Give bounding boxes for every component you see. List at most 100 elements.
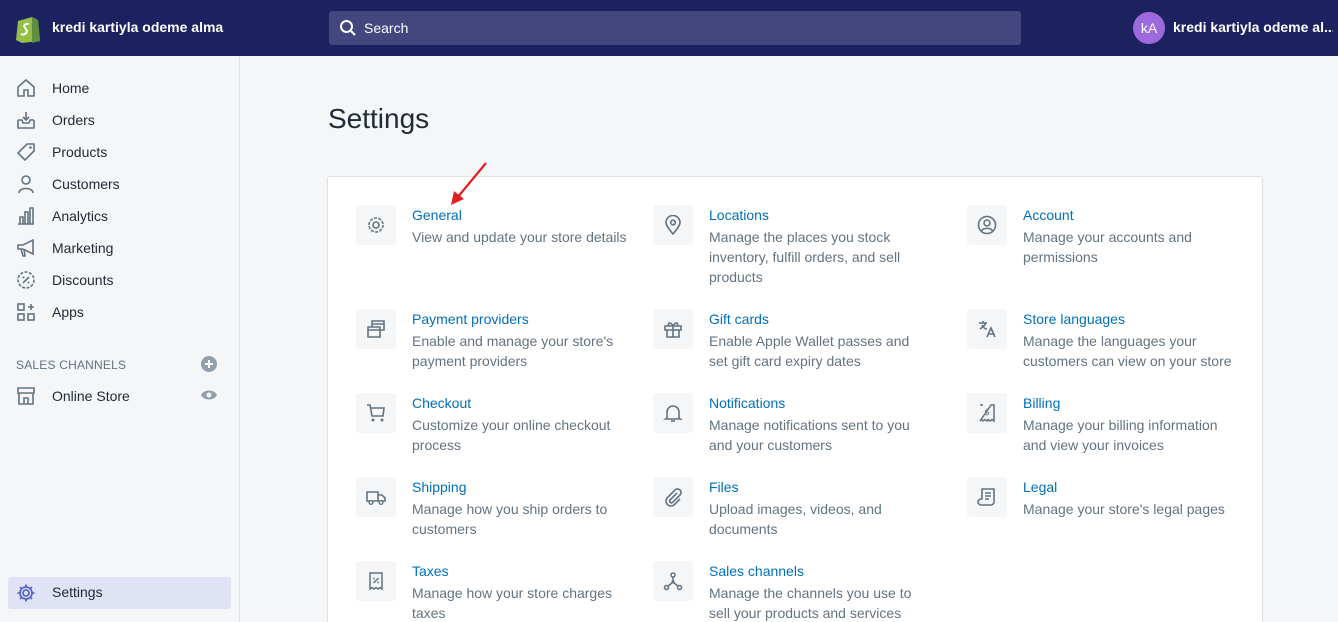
tile-description: Manage your billing information and view…	[1023, 417, 1218, 453]
avatar[interactable]: kA	[1133, 12, 1165, 44]
sidebar-item-settings[interactable]: Settings	[8, 577, 231, 609]
tile-icon-box	[653, 393, 693, 433]
store-icon	[17, 387, 35, 405]
svg-text:$: $	[984, 408, 990, 418]
tile-title[interactable]: General	[412, 207, 462, 223]
tile-title[interactable]: Payment providers	[412, 311, 529, 327]
receipt-icon	[369, 572, 383, 591]
tile-description: Enable and manage your store's payment p…	[412, 333, 614, 369]
sidebar-item-customers[interactable]: Customers	[8, 169, 231, 199]
legal-icon	[977, 488, 995, 506]
cart-icon	[367, 404, 385, 422]
bar-chart-icon	[18, 207, 34, 225]
sidebar-item-apps[interactable]: Apps	[8, 297, 231, 327]
tile-title[interactable]: Legal	[1023, 479, 1057, 495]
tile-title[interactable]: Billing	[1023, 395, 1060, 411]
red-arrow-annotation	[451, 162, 487, 205]
tile-title[interactable]: Shipping	[412, 479, 467, 495]
tile-title[interactable]: Notifications	[709, 395, 785, 411]
search-icon	[340, 20, 356, 36]
search-bar[interactable]: Search	[329, 11, 1021, 45]
sidebar-item-marketing[interactable]: Marketing	[8, 233, 231, 263]
tile-icon-box	[967, 477, 1007, 517]
tile-icon-box	[653, 309, 693, 349]
account-name[interactable]: kredi kartiyla odeme al...	[1173, 19, 1333, 35]
tile-description: Manage how you ship orders to customers	[412, 501, 608, 537]
shopify-logo-icon[interactable]	[14, 13, 42, 43]
tile-description: View and update your store details	[412, 229, 627, 245]
tile-title[interactable]: Locations	[709, 207, 769, 223]
apps-icon	[17, 303, 35, 321]
sidebar-item-orders[interactable]: Orders	[8, 105, 231, 135]
sidebar-item-home[interactable]: Home	[8, 73, 231, 103]
tile-description: Manage how your store charges taxes	[412, 585, 612, 621]
tile-icon-box	[653, 205, 693, 245]
payment-icon	[367, 320, 385, 338]
tile-description: Manage the channels you use to sell your…	[709, 585, 912, 621]
orders-icon	[17, 112, 35, 129]
sidebar-item-label: Settings	[52, 584, 103, 600]
tile-title[interactable]: Gift cards	[709, 311, 769, 327]
tile-title[interactable]: Checkout	[412, 395, 471, 411]
sidebar-item-label: Marketing	[52, 240, 114, 256]
sidebar: Home Orders Products Customers Analytics…	[0, 56, 240, 622]
tile-icon-box	[356, 393, 396, 433]
tile-icon-box	[653, 561, 693, 601]
search-input[interactable]: Search	[364, 20, 408, 36]
sidebar-item-label: Discounts	[52, 272, 114, 288]
tile-description: Upload images, videos, and documents	[709, 501, 882, 537]
location-pin-icon	[665, 215, 681, 235]
tile-description: Enable Apple Wallet passes and set gift …	[709, 333, 910, 369]
sidebar-item-label: Analytics	[52, 208, 109, 224]
sidebar-item-label: Products	[52, 144, 108, 160]
sidebar-item-label: Home	[52, 80, 90, 96]
settings-card: General View and update your store detai…	[327, 176, 1263, 622]
tile-title[interactable]: Sales channels	[709, 563, 804, 579]
paperclip-icon	[665, 488, 682, 507]
sidebar-item-discounts[interactable]: Discounts	[8, 265, 231, 295]
truck-icon	[366, 491, 386, 505]
sidebar-item-analytics[interactable]: Analytics	[8, 201, 231, 231]
megaphone-icon	[17, 238, 34, 257]
tile-description: Customize your online checkout process	[412, 417, 611, 453]
sidebar-item-label: Apps	[52, 304, 84, 320]
tile-icon-box	[356, 205, 396, 245]
person-icon	[18, 175, 34, 194]
tile-icon-box	[967, 205, 1007, 245]
eye-icon[interactable]	[200, 388, 218, 402]
sidebar-item-products[interactable]: Products	[8, 137, 231, 167]
store-name[interactable]: kredi kartiyla odeme alma	[52, 19, 223, 35]
home-icon	[17, 78, 35, 97]
sales-channels-heading: SALES CHANNELS	[16, 358, 127, 372]
page-title: Settings	[328, 103, 430, 134]
tile-title[interactable]: Taxes	[412, 563, 449, 579]
tag-icon	[16, 143, 35, 162]
sidebar-item-label: Orders	[52, 112, 95, 128]
tile-icon-box	[356, 477, 396, 517]
tile-title[interactable]: Files	[709, 479, 739, 495]
bell-icon	[663, 405, 683, 422]
add-circle-icon[interactable]	[200, 355, 218, 373]
tile-description: Manage your accounts and permissions	[1023, 229, 1192, 265]
sidebar-item-label: Online Store	[52, 388, 130, 404]
translate-icon	[979, 321, 996, 338]
tile-description: Manage notifications sent to you and you…	[709, 417, 910, 453]
gear-icon	[368, 217, 384, 233]
discount-icon	[17, 271, 35, 289]
billing-icon: $	[979, 404, 995, 423]
channels-icon	[663, 572, 683, 591]
top-bar: kredi kartiyla odeme alma Search kA kred…	[0, 0, 1338, 56]
tile-icon-box: $	[967, 393, 1007, 433]
tile-icon-box	[653, 477, 693, 517]
tile-title[interactable]: Store languages	[1023, 311, 1125, 327]
gear-icon	[17, 584, 35, 602]
tile-icon-box	[356, 309, 396, 349]
tile-icon-box	[356, 561, 396, 601]
account-icon	[977, 215, 997, 235]
sidebar-item-online-store[interactable]: Online Store	[8, 381, 231, 411]
sidebar-item-label: Customers	[52, 176, 120, 192]
gift-icon	[664, 322, 682, 338]
tile-description: Manage your store's legal pages	[1023, 501, 1225, 517]
tile-title[interactable]: Account	[1023, 207, 1074, 223]
tile-description: Manage the languages your customers can …	[1023, 333, 1232, 369]
